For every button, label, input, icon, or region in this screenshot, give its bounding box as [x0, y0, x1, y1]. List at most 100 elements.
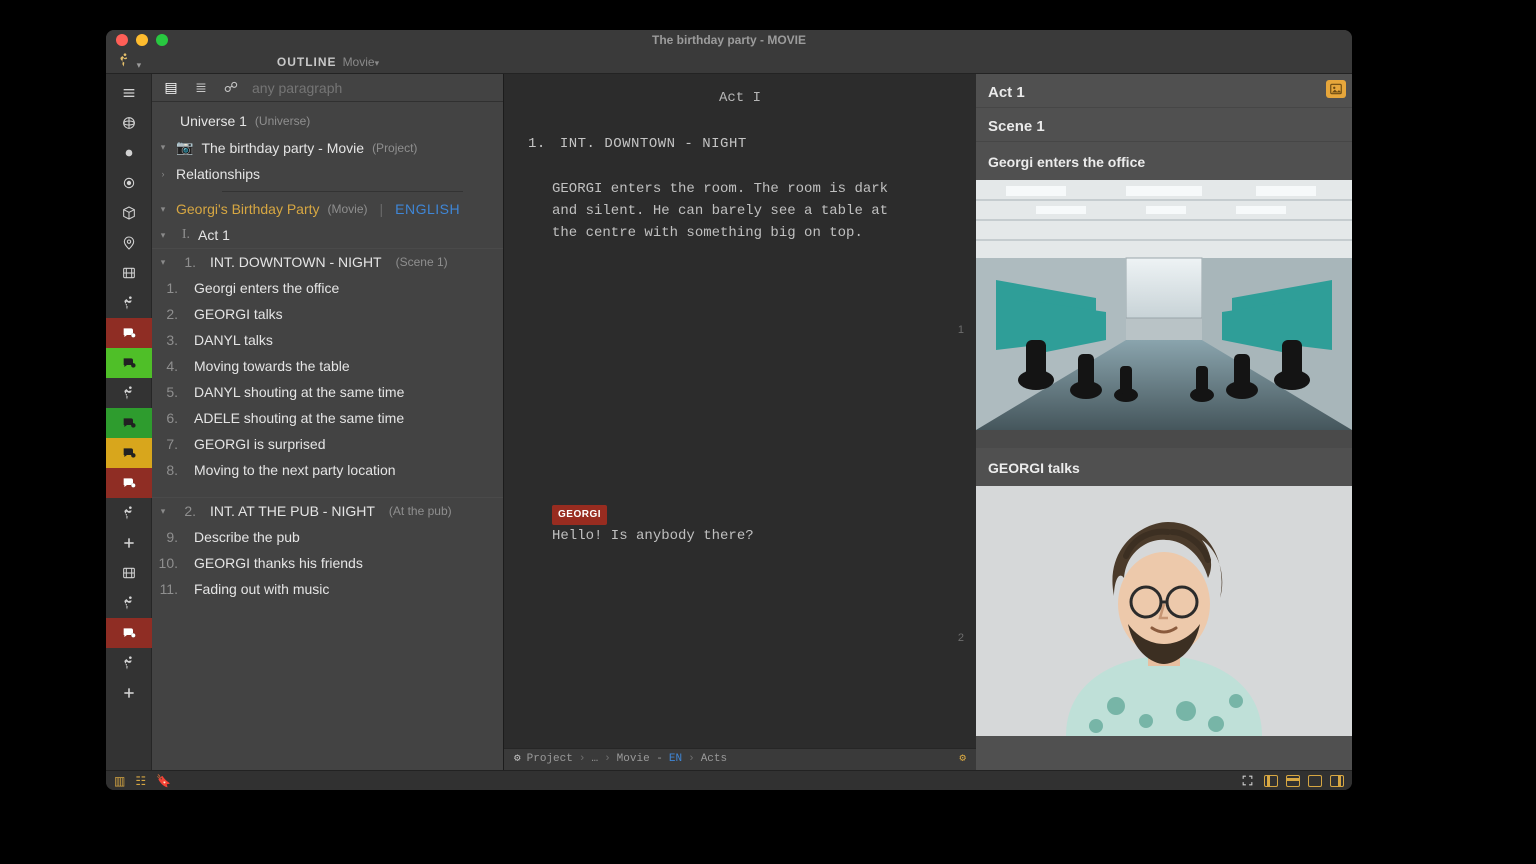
tree-relationships[interactable]: › Relationships	[152, 161, 503, 187]
breadcrumb-item[interactable]: Acts	[701, 751, 727, 768]
titlebar: The birthday party - MOVIE	[106, 30, 1352, 50]
globe-icon[interactable]	[106, 108, 152, 138]
character-tag: GEORGI	[552, 505, 607, 525]
fullscreen-icon[interactable]	[1241, 774, 1254, 787]
tree-beat[interactable]: 4.Moving towards the table	[152, 353, 503, 379]
layout-a-icon[interactable]: ▥	[114, 774, 125, 788]
chevron-down-icon[interactable]: ▾	[158, 257, 168, 268]
chevron-down-icon[interactable]: ▾	[158, 204, 168, 215]
language-label[interactable]: ENGLISH	[395, 201, 460, 217]
act-heading: Act I	[528, 88, 952, 110]
tree-project[interactable]: ▾ 📷 The birthday party - Movie (Project)	[152, 134, 503, 161]
outline-mode-picker[interactable]: Movie▾	[343, 55, 380, 69]
cards-scene-heading[interactable]: Scene 1	[976, 108, 1352, 142]
pane-center-button[interactable]	[1308, 775, 1322, 787]
outline-toolbar: ▤ ≣ ☍	[152, 74, 503, 102]
tree-beat[interactable]: 7.GEORGI is surprised	[152, 431, 503, 457]
action-paragraph[interactable]: GEORGI enters the room. The room is dark…	[552, 179, 892, 244]
dialog-green-1[interactable]	[106, 348, 152, 378]
app-window: The birthday party - MOVIE ▾ OUTLINE Mov…	[106, 30, 1352, 790]
storyboard-panel: Act 1 Scene 1 Georgi enters the office	[976, 74, 1352, 770]
chevron-down-icon[interactable]: ▾	[158, 506, 168, 517]
breadcrumb: ⚙ Project › … › Movie - EN › Acts ⚙	[504, 748, 976, 770]
dot-icon[interactable]	[106, 138, 152, 168]
cube-icon[interactable]	[106, 198, 152, 228]
add-icon-1[interactable]	[106, 528, 152, 558]
action-icon-3[interactable]	[106, 498, 152, 528]
film-icon[interactable]	[106, 258, 152, 288]
action-icon-2[interactable]	[106, 378, 152, 408]
pane-right-button[interactable]	[1330, 775, 1344, 787]
tree-beat[interactable]: 6.ADELE shouting at the same time	[152, 405, 503, 431]
bookmark-icon[interactable]: 🔖	[156, 774, 171, 788]
card-image-office[interactable]	[976, 180, 1352, 430]
cards-act-heading[interactable]: Act 1	[976, 74, 1352, 108]
tree-beat[interactable]: 11.Fading out with music	[152, 576, 503, 602]
divider	[222, 191, 463, 192]
action-icon-1[interactable]	[106, 288, 152, 318]
tree-movie[interactable]: ▾ Georgi's Birthday Party (Movie) | ENGL…	[152, 196, 503, 222]
view-list-icon[interactable]: ≣	[192, 79, 210, 96]
breadcrumb-item[interactable]: …	[591, 751, 598, 768]
target-icon[interactable]	[106, 168, 152, 198]
pane-layout-group	[1264, 775, 1344, 787]
outline-tree: Universe 1 (Universe) ▾ 📷 The birthday p…	[152, 102, 503, 770]
character-cue[interactable]: GEORGI	[552, 504, 952, 526]
mode-icon[interactable]: ▾	[117, 52, 141, 71]
scene-slugline[interactable]: 1.INT. DOWNTOWN - NIGHT	[528, 134, 952, 156]
outline-panel: ▤ ≣ ☍ Universe 1 (Universe) ▾ 📷 The birt…	[152, 74, 504, 770]
card-caption[interactable]: Georgi enters the office	[976, 142, 1352, 180]
view-page-icon[interactable]: ▤	[162, 79, 180, 96]
dialog-red-1[interactable]	[106, 318, 152, 348]
dialog-red-2[interactable]	[106, 468, 152, 498]
pin-icon[interactable]	[106, 228, 152, 258]
film-icon-2[interactable]	[106, 558, 152, 588]
breadcrumb-lang[interactable]: EN	[669, 751, 682, 768]
dialog-yellow[interactable]	[106, 438, 152, 468]
tree-beat[interactable]: 10.GEORGI thanks his friends	[152, 550, 503, 576]
card-caption[interactable]: GEORGI talks	[976, 448, 1352, 486]
tree-universe[interactable]: Universe 1 (Universe)	[152, 108, 503, 134]
tree-beat[interactable]: 8.Moving to the next party location	[152, 457, 503, 483]
dialog-red-3[interactable]	[106, 618, 152, 648]
pane-left-button[interactable]	[1264, 775, 1278, 787]
view-people-icon[interactable]: ☍	[222, 79, 240, 96]
dialog-green-2[interactable]	[106, 408, 152, 438]
bottom-bar: ▥ ☷ 🔖	[106, 770, 1352, 790]
tree-act-1[interactable]: ▾ I. Act 1	[152, 222, 503, 248]
tree-scene[interactable]: ▾2.INT. AT THE PUB - NIGHT(At the pub)	[152, 497, 503, 524]
card-image-georgi[interactable]	[976, 486, 1352, 736]
tree-beat[interactable]: 3.DANYL talks	[152, 327, 503, 353]
tree-beat[interactable]: 1.Georgi enters the office	[152, 275, 503, 301]
image-toggle-button[interactable]	[1326, 80, 1346, 98]
layout-b-icon[interactable]: ☷	[135, 774, 146, 788]
tree-beat[interactable]: 2.GEORGI talks	[152, 301, 503, 327]
tree-beat[interactable]: 5.DANYL shouting at the same time	[152, 379, 503, 405]
chevron-right-icon[interactable]: ›	[158, 169, 168, 179]
breadcrumb-gear-left[interactable]: ⚙	[514, 751, 521, 768]
add-icon-2[interactable]	[106, 678, 152, 708]
breadcrumb-settings-icon[interactable]: ⚙	[959, 751, 966, 768]
breadcrumb-item[interactable]: Movie -	[617, 751, 663, 768]
script-panel: Act I 1.INT. DOWNTOWN - NIGHT GEORGI ent…	[504, 74, 976, 770]
page-number-1: 1	[958, 322, 964, 339]
icon-rail	[106, 74, 152, 770]
camera-icon: 📷	[176, 139, 193, 156]
image-icon	[1329, 82, 1343, 96]
header-bar: ▾ OUTLINE Movie▾	[106, 50, 1352, 74]
breadcrumb-item[interactable]: Project	[527, 751, 573, 768]
dialog-line[interactable]: Hello! Is anybody there?	[552, 526, 952, 548]
action-icon-5[interactable]	[106, 648, 152, 678]
outline-heading: OUTLINE	[277, 55, 337, 69]
window-title: The birthday party - MOVIE	[106, 33, 1352, 47]
tree-scene[interactable]: ▾1.INT. DOWNTOWN - NIGHT(Scene 1)	[152, 248, 503, 275]
card-separator	[976, 430, 1352, 448]
chevron-down-icon[interactable]: ▾	[158, 230, 168, 241]
page-number-2: 2	[958, 630, 964, 647]
action-icon-4[interactable]	[106, 588, 152, 618]
search-input[interactable]	[252, 80, 493, 96]
pane-top-button[interactable]	[1286, 775, 1300, 787]
menu-lines-icon[interactable]	[106, 78, 152, 108]
chevron-down-icon[interactable]: ▾	[158, 142, 168, 153]
tree-beat[interactable]: 9.Describe the pub	[152, 524, 503, 550]
